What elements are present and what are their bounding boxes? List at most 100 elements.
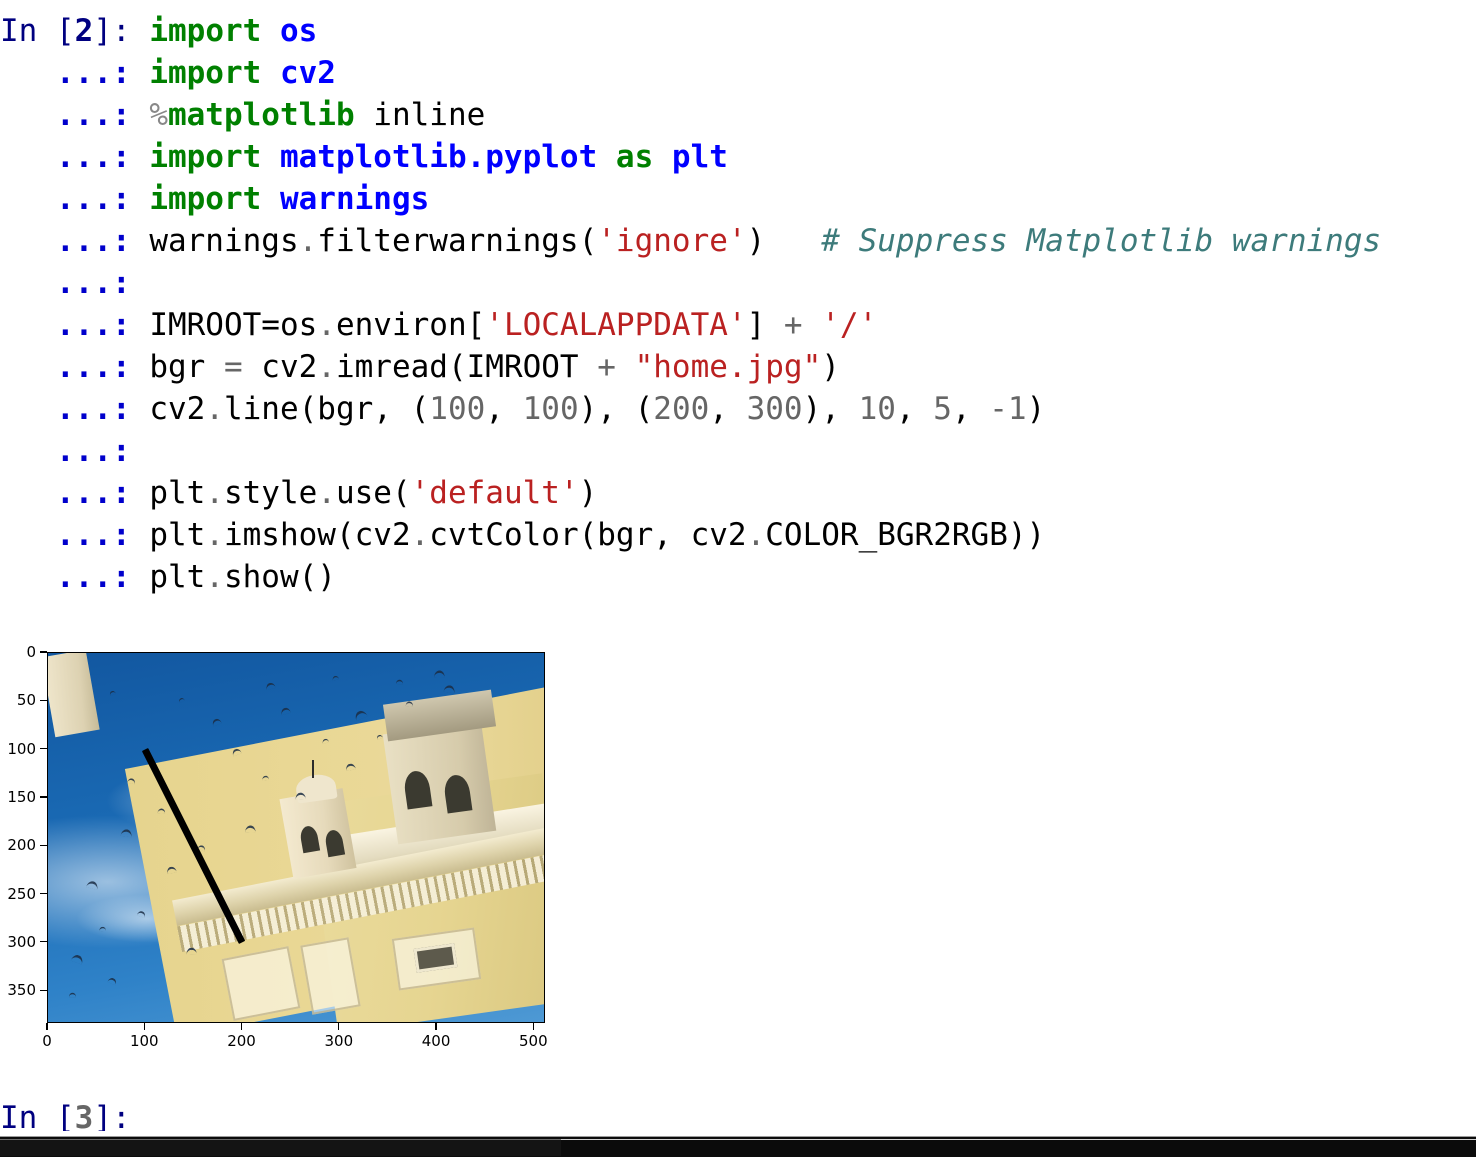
code-token: plt (149, 517, 206, 553)
scrollbar-thumb[interactable] (0, 1139, 561, 1156)
continuation-prompt: ...: (0, 517, 150, 553)
bird (98, 926, 106, 932)
continuation-prompt: ...: (0, 307, 150, 343)
figure-canvas: 0 50 100 150 200 250 300 350 0 100 200 300 400 500 (0, 625, 600, 1055)
code-token: . (205, 391, 224, 427)
code-token: 100 (522, 391, 579, 427)
code-token: -1 (989, 391, 1027, 427)
y-tick-label: 0 (26, 643, 36, 661)
prompt-close: ]: (93, 1100, 131, 1131)
code-token: . (410, 517, 430, 553)
prompt-label: In [ (0, 1100, 75, 1131)
y-tick-label: 150 (7, 787, 36, 806)
code-token: . (205, 475, 224, 511)
y-tick (40, 892, 47, 895)
code-token: import (149, 181, 262, 217)
y-tick (40, 989, 47, 991)
code-token: . (317, 349, 336, 385)
y-tick (40, 747, 47, 750)
code-token: . (298, 223, 318, 259)
continuation-prompt: ...: (0, 139, 150, 175)
code-token: ) (1026, 391, 1046, 427)
input-prompt: In [2]: (0, 13, 150, 49)
code-token: matplotlib.pyplot (279, 139, 598, 175)
continuation-prompt: ...: (0, 223, 150, 259)
code-token: 'LOCALAPPDATA' (485, 307, 747, 343)
input-cell-2[interactable]: In [2]: import os ...: import cv2 ...: %… (0, 10, 1476, 598)
y-tick-label: 250 (7, 884, 36, 903)
code-line[interactable]: ...: (0, 430, 1476, 472)
code-token: "home.jpg" (634, 349, 822, 385)
code-token: ), ( (578, 391, 654, 427)
axes-image-plot (47, 652, 545, 1023)
ipython-console[interactable]: In [2]: import os ...: import cv2 ...: %… (0, 0, 1476, 1131)
code-token: warnings (149, 223, 299, 259)
y-tick (40, 941, 47, 943)
y-tick-label: 100 (7, 739, 36, 758)
code-token: . (317, 475, 336, 511)
code-token: 200 (653, 391, 710, 427)
code-line[interactable]: ...: %matplotlib inline (0, 94, 1476, 136)
bird (186, 947, 197, 955)
bird (68, 993, 76, 998)
code-token: ) (578, 475, 598, 511)
x-tick (143, 1023, 145, 1030)
scrollbar-track[interactable] (561, 1139, 1476, 1156)
code-line[interactable]: In [2]: import os (0, 10, 1476, 52)
code-line[interactable]: ...: import warnings (0, 178, 1476, 220)
bird (295, 792, 306, 800)
x-tick (46, 1023, 48, 1030)
code-token: cvtColor(bgr, cv2 (429, 517, 747, 553)
y-tick (40, 699, 47, 701)
code-token: , (895, 391, 934, 427)
code-token: imshow(cv2 (223, 517, 411, 553)
next-input-prompt[interactable]: In [3]: (0, 1097, 131, 1131)
code-line[interactable]: ...: cv2.line(bgr, (100, 100), (200, 300… (0, 388, 1476, 430)
code-token: filterwarnings( (317, 223, 598, 259)
continuation-prompt: ...: (0, 475, 150, 511)
code-token: ) (746, 223, 766, 259)
code-token: environ[ (335, 307, 486, 343)
code-token: , (709, 391, 747, 427)
x-tick-label: 300 (324, 1032, 354, 1050)
code-token: matplotlib (167, 97, 355, 133)
code-line[interactable]: ...: (0, 262, 1476, 304)
code-token: cv2 (149, 391, 206, 427)
prompt-number: 3 (74, 1100, 94, 1131)
code-line[interactable]: ...: plt.show() (0, 556, 1476, 598)
continuation-prompt: ...: (0, 97, 150, 133)
code-line[interactable]: ...: plt.imshow(cv2.cvtColor(bgr, cv2.CO… (0, 514, 1476, 556)
code-token: show() (223, 559, 336, 595)
x-tick-label: 100 (129, 1032, 159, 1050)
code-line[interactable]: ...: bgr = cv2.imread(IMROOT + "home.jpg… (0, 346, 1476, 388)
y-tick-label: 50 (16, 691, 36, 710)
code-token: 100 (429, 391, 486, 427)
code-token: inline (354, 97, 486, 133)
code-token: use( (335, 475, 411, 511)
continuation-prompt: ...: (0, 181, 150, 217)
y-tick (40, 796, 47, 798)
code-token: line(bgr, ( (223, 391, 430, 427)
code-line[interactable]: ...: plt.style.use('default') (0, 472, 1476, 514)
continuation-prompt: ...: (0, 559, 150, 595)
code-line[interactable]: ...: import matplotlib.pyplot as plt (0, 136, 1476, 178)
code-token: imread(IMROOT (335, 349, 598, 385)
code-token: 300 (746, 391, 803, 427)
continuation-prompt: ...: (0, 391, 150, 427)
x-tick-label: 0 (42, 1032, 52, 1050)
code-token: . (205, 517, 224, 553)
code-token: import (149, 55, 262, 91)
y-tick-label: 300 (7, 932, 36, 951)
y-tick-label: 200 (7, 836, 36, 855)
code-line[interactable]: ...: warnings.filterwarnings('ignore') #… (0, 220, 1476, 262)
code-token: warnings (279, 181, 430, 217)
center-tower-spire (312, 760, 315, 779)
code-line[interactable]: ...: IMROOT=os.environ['LOCALAPPDATA'] +… (0, 304, 1476, 346)
code-line[interactable]: ...: import cv2 (0, 52, 1476, 94)
code-token: plt (149, 559, 206, 595)
horizontal-scrollbar[interactable] (0, 1136, 1476, 1157)
